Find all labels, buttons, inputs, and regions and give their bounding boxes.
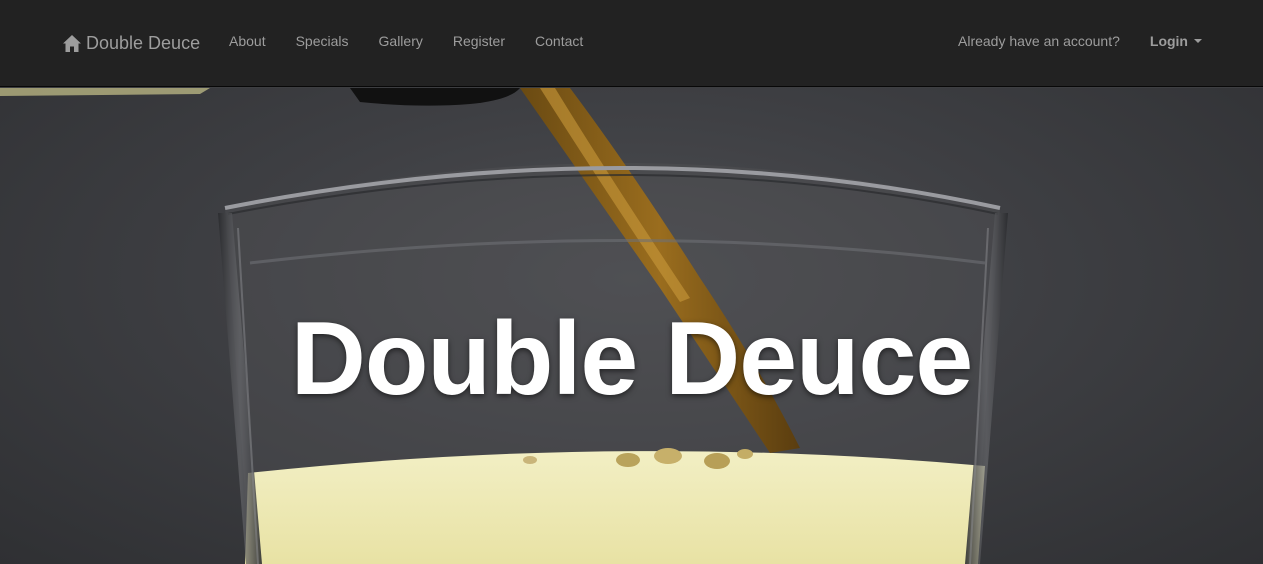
top-navbar: Double Deuce About Specials Gallery Regi… — [0, 0, 1263, 87]
nav-link-contact[interactable]: Contact — [535, 33, 583, 49]
hero-banner: Double Deuce — [0, 88, 1263, 564]
nav-link-specials[interactable]: Specials — [296, 33, 349, 49]
account-prompt: Already have an account? — [958, 33, 1120, 49]
nav-link-about[interactable]: About — [229, 33, 266, 49]
nav-link-gallery[interactable]: Gallery — [379, 33, 423, 49]
login-label: Login — [1149, 33, 1188, 49]
brand-label: Double Deuce — [86, 32, 201, 53]
nav-link-register[interactable]: Register — [453, 33, 505, 49]
account-area: Already have an account? Login — [958, 33, 1202, 49]
hero-title: Double Deuce — [290, 301, 973, 417]
nav-links: About Specials Gallery Register Contact — [229, 33, 613, 49]
login-dropdown[interactable]: Login — [1150, 33, 1202, 49]
brand-link[interactable]: Double Deuce — [62, 30, 200, 56]
home-icon — [62, 34, 82, 53]
caret-down-icon — [1194, 39, 1202, 43]
